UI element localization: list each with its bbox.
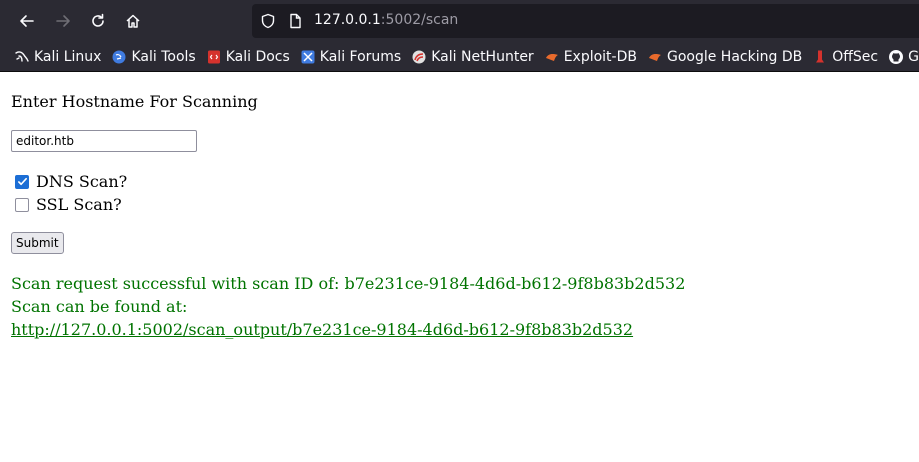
dns-scan-row[interactable]: DNS Scan? [15, 172, 127, 191]
url-text[interactable]: 127.0.0.1:5002/scan [314, 12, 458, 28]
home-button[interactable] [117, 5, 149, 37]
forward-button[interactable] [47, 5, 79, 37]
bookmark-exploit-db[interactable]: Exploit-DB [540, 45, 643, 69]
back-button[interactable] [11, 5, 43, 37]
bookmark-label: Kali NetHunter [431, 48, 534, 65]
bookmark-kali-nethunter[interactable]: Kali NetHunter [407, 45, 539, 69]
ssl-scan-checkbox[interactable] [15, 197, 29, 212]
bookmark-label: Kali Tools [131, 48, 196, 65]
submit-button[interactable]: Submit [11, 232, 64, 254]
bookmark-label: Google Hacking DB [666, 48, 803, 65]
bookmark-google-hacking-db[interactable]: Google Hacking DB [643, 45, 808, 69]
arrow-left-icon [20, 15, 34, 27]
url-bar[interactable]: 127.0.0.1:5002/scan [252, 4, 919, 38]
scan-output-link[interactable]: http://127.0.0.1:5002/scan_output/b7e231… [11, 320, 633, 339]
offsec-icon [816, 50, 825, 62]
bookmark-label: Kali Docs [225, 48, 290, 65]
form-heading: Enter Hostname For Scanning [11, 92, 258, 111]
page-content: Enter Hostname For Scanning editor.htb D… [0, 72, 919, 462]
kali-forums-icon [301, 50, 315, 63]
result-message: Scan request successful with scan ID of:… [11, 274, 686, 293]
hostname-value: editor.htb [16, 134, 74, 148]
browser-toolbar: 127.0.0.1:5002/scan [0, 0, 919, 42]
bookmark-label: OffSec [832, 48, 879, 65]
arrow-right-icon [56, 15, 70, 27]
bookmark-label: GitH [908, 48, 919, 65]
reload-icon [92, 13, 104, 27]
kali-tools-icon [112, 50, 126, 63]
bookmark-offsec[interactable]: OffSec [808, 45, 884, 69]
shield-icon[interactable] [260, 13, 276, 29]
ghdb-icon [648, 53, 661, 61]
hostname-input[interactable]: editor.htb [11, 130, 197, 152]
bookmark-label: Exploit-DB [563, 48, 637, 65]
github-icon [889, 49, 904, 64]
bookmark-github[interactable]: GitH [884, 45, 919, 69]
bookmark-label: Kali Forums [319, 48, 402, 65]
dns-scan-label: DNS Scan? [36, 172, 128, 191]
bookmarks-bar: Kali Linux Kali Tools Kali Docs Kali For… [0, 42, 919, 72]
ssl-scan-row[interactable]: SSL Scan? [15, 195, 122, 214]
bookmark-kali-tools[interactable]: Kali Tools [107, 45, 201, 69]
bookmark-kali-linux[interactable]: Kali Linux [0, 45, 107, 69]
reload-button[interactable] [82, 5, 114, 37]
url-host: 127.0.0.1 [314, 12, 381, 28]
url-path: :5002/scan [380, 12, 459, 28]
dns-scan-checkbox[interactable] [15, 174, 29, 189]
exploit-db-icon [545, 53, 558, 61]
page-icon[interactable] [287, 13, 303, 29]
nethunter-icon [412, 50, 426, 63]
home-icon [126, 14, 140, 28]
bookmark-kali-forums[interactable]: Kali Forums [296, 45, 407, 69]
result-location-label: Scan can be found at: [11, 297, 188, 316]
ssl-scan-label: SSL Scan? [36, 195, 122, 214]
scan-result: Scan request successful with scan ID of:… [11, 272, 685, 341]
bookmark-kali-docs[interactable]: Kali Docs [202, 45, 296, 69]
kali-dragon-icon [15, 50, 29, 62]
checkmark-icon [17, 177, 27, 186]
kali-docs-icon [207, 50, 220, 63]
bookmark-label: Kali Linux [34, 48, 102, 65]
